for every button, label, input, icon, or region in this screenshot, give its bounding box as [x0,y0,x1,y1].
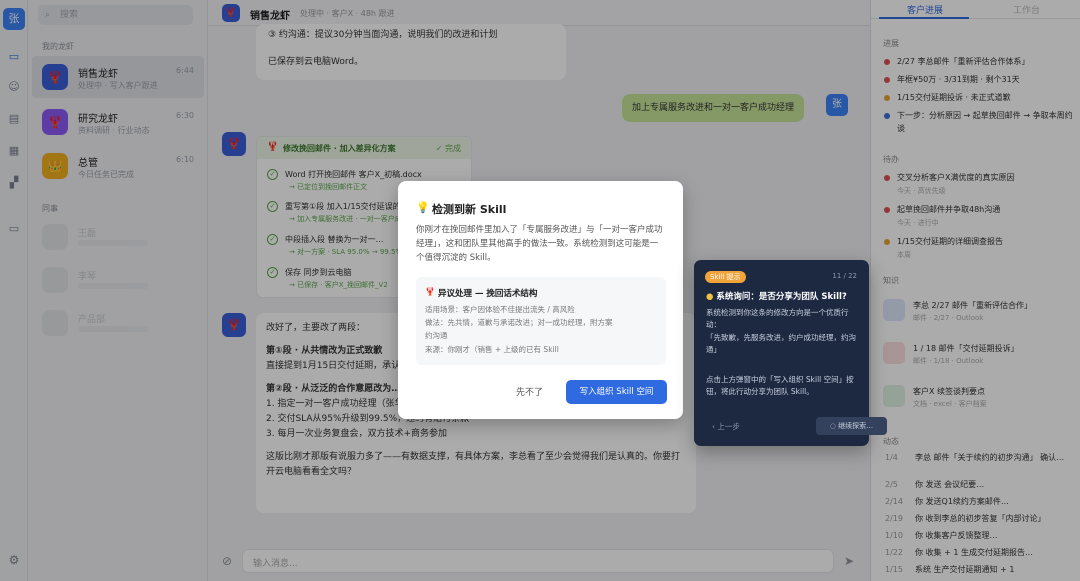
tooltip-text: 点击上方弹窗中的「写入组织 Skill 空间」按钮，将此行动分享为团队 Skil… [706,375,854,396]
guide-tooltip: Skill 提示 11 / 22 ● 系统询问：是否分享为团队 Skill? 系统… [694,260,887,446]
skill-detail: 适用场景：客户因体验不佳提出流失 / 高风险 [425,305,575,314]
skill-detected-dialog: 💡 检测到新 Skill 你刚才在挽回邮件里加入了「专属服务改进」与「一对一客户… [398,181,683,419]
previous-step-button[interactable]: ‹ 上一步 [712,421,740,432]
dialog-title: 检测到新 Skill [432,203,507,216]
lightbulb-icon: 💡 [416,201,430,214]
write-skill-button[interactable]: 写入组织 Skill 空间 [566,380,667,404]
skip-button[interactable]: 先不了 [516,385,543,398]
skill-detail: 来源：你刚才（销售 + 上级的已有 Skill [425,345,559,354]
continue-button[interactable]: ◌ 继续探索… [816,417,887,435]
lightbulb-icon: ● [706,292,714,302]
tooltip-question: ● 系统询问：是否分享为团队 Skill? [706,290,862,302]
tooltip-text: 系统检测到你这条的修改方向是一个优质行动： [706,308,849,329]
tooltip-badge: Skill 提示 [705,271,746,283]
skill-detail: 做法：先共情，道歉与承诺改进；对一成功经理，附方案 [425,318,613,327]
skill-preview-card: 🦞 异议处理 — 挽回话术结构 适用场景：客户因体验不佳提出流失 / 高风险 做… [416,277,666,365]
dialog-body: 你刚才在挽回邮件里加入了「专属服务改进」与「一对一客户成功经理」，这和团队里其他… [416,225,663,263]
skill-name: 异议处理 — 挽回话术结构 [438,289,538,299]
lobster-icon: 🦞 [425,287,435,296]
tooltip-step-count: 11 / 22 [832,272,857,280]
tooltip-question-text: 系统询问：是否分享为团队 Skill? [716,292,847,302]
tooltip-text: 「先致歉，先服务改进，约户成功经理，约沟通」 [706,333,856,354]
skill-detail: 约沟通 [425,331,448,340]
